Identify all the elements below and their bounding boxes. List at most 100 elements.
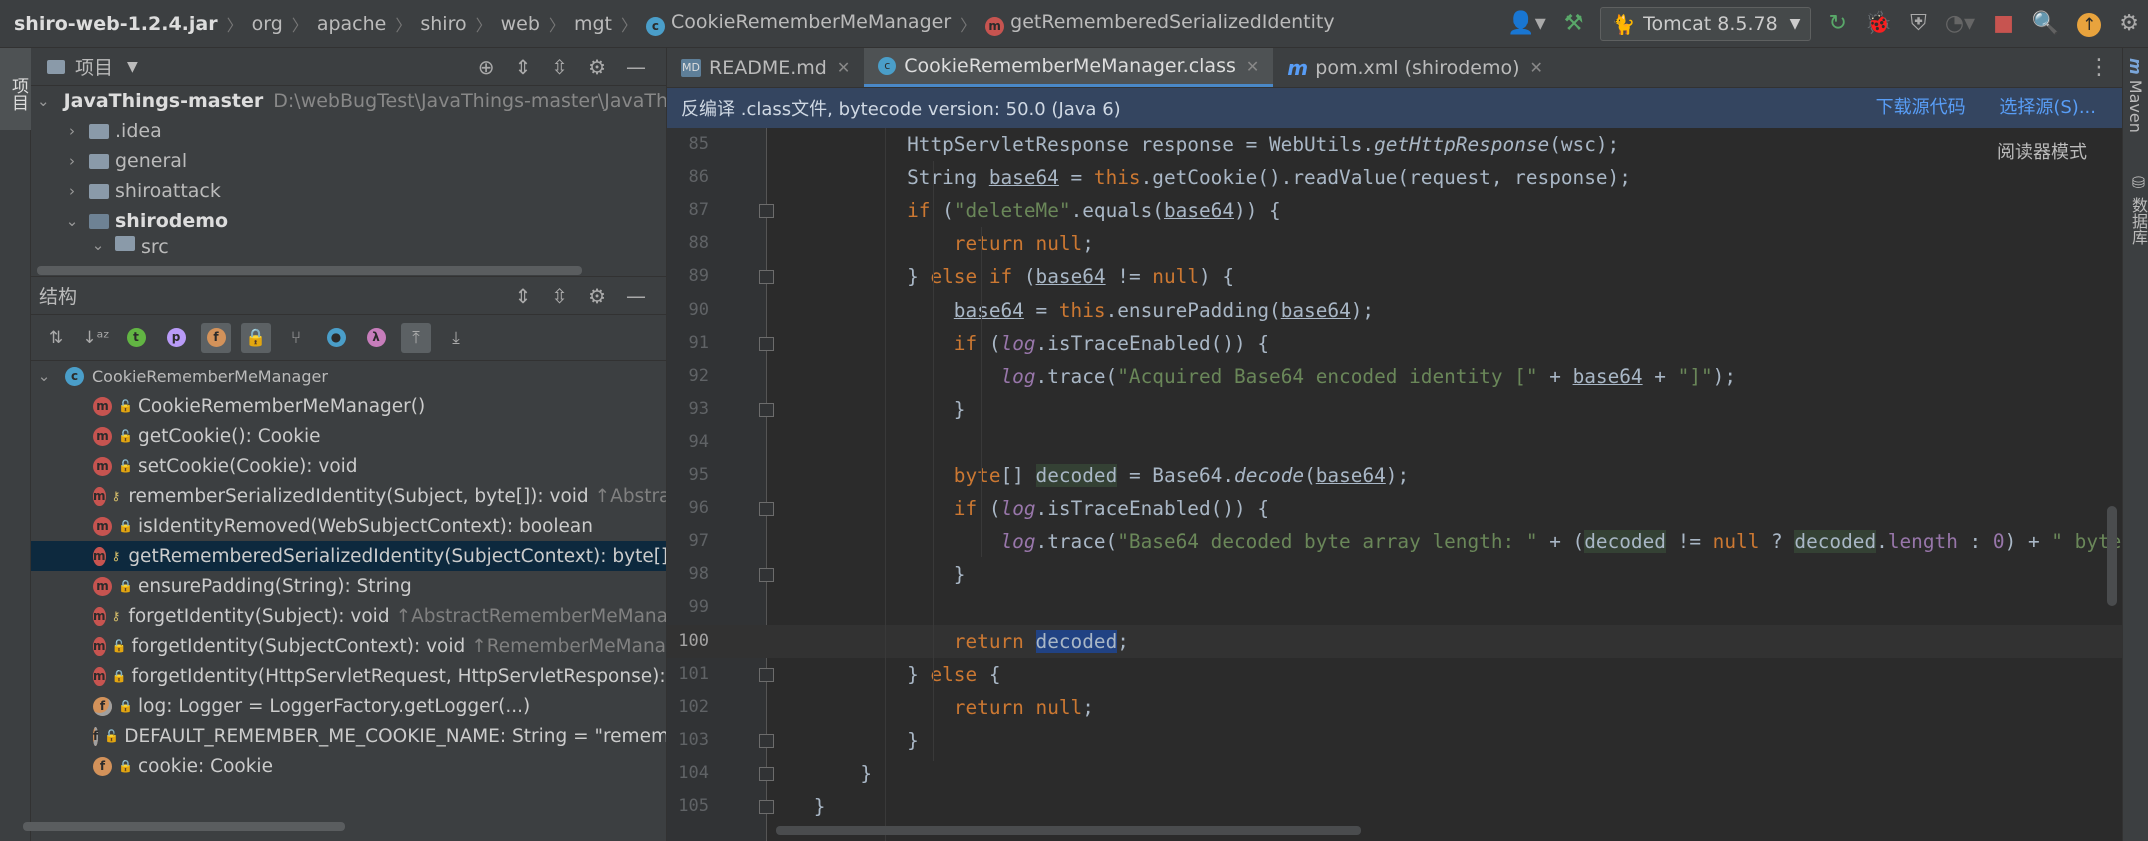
show-non-public-icon[interactable]: 🔒 [241, 322, 271, 353]
structure-root[interactable]: ⌄ c CookieRememberMeManager [31, 361, 666, 391]
horizontal-scrollbar[interactable] [776, 826, 1361, 835]
structure-member[interactable]: m ⚷ rememberSerializedIdentity(Subject, by… [31, 481, 666, 511]
structure-member[interactable]: m ⚷ forgetIdentity(Subject): void ↑Abstract… [31, 601, 666, 631]
editor-tab[interactable]: c CookieRememberMeManager.class ✕ [864, 48, 1274, 87]
gear-icon[interactable]: ⚙ [588, 55, 606, 79]
download-sources-link[interactable]: 下载源代码 [1876, 97, 1966, 118]
breadcrumb-item[interactable]: mgt [574, 13, 612, 35]
close-icon[interactable]: ✕ [1246, 57, 1259, 76]
expand-all-icon[interactable]: ⇕ [515, 55, 532, 79]
line-number: 96 [688, 498, 709, 519]
chevron-down-icon[interactable]: ▼ [127, 59, 138, 75]
chevron-down-icon[interactable]: ⌄ [89, 236, 107, 254]
rerun-icon[interactable]: ↻ [1828, 0, 1846, 48]
line-number: 98 [688, 564, 709, 585]
structure-member[interactable]: m 🔒 ensurePadding(String): String [31, 571, 666, 601]
autoscroll-to-source-icon[interactable]: ⤒ [401, 322, 431, 353]
editor-tab-bar: MD README.md ✕ c CookieRememberMeManager.cla… [667, 48, 2122, 88]
structure-member[interactable]: m 🔓 setCookie(Cookie): void [31, 451, 666, 481]
editor-tab[interactable]: m pom.xml (shirodemo) ✕ [1273, 48, 1557, 87]
sort-by-visibility-icon[interactable]: ⇅ [41, 323, 71, 353]
breadcrumb-item[interactable]: apache [317, 13, 387, 35]
show-anonymous-icon[interactable]: ● [321, 323, 351, 353]
structure-member[interactable]: f 🔓 DEFAULT_REMEMBER_ME_COOKIE_NAME: Strin… [31, 721, 666, 751]
editor-tab[interactable]: MD README.md ✕ [667, 48, 864, 87]
breadcrumb-item[interactable]: shiro [420, 13, 466, 35]
vertical-scrollbar[interactable] [2107, 506, 2117, 606]
structure-member[interactable]: m 🔒 isIdentityRemoved(WebSubjectContext): … [31, 511, 666, 541]
project-tool-tab[interactable]: 项目 [0, 48, 31, 130]
structure-member[interactable]: m 🔓 forgetIdentity(SubjectContext): void ↑R… [31, 631, 666, 661]
update-icon[interactable]: ↑ [2077, 0, 2102, 48]
project-tree-item[interactable]: ⌄ JavaThings-master D:\webBugTest\JavaThin… [31, 86, 666, 116]
breadcrumb-item[interactable]: c CookieRememberMeManager [645, 11, 951, 36]
structure-member[interactable]: m 🔒 forgetIdentity(HttpServletRequest, Htt… [31, 661, 666, 691]
method-icon: m [93, 516, 112, 536]
structure-member[interactable]: m ⚷ getRememberedSerializedIdentity(Subjec… [31, 541, 666, 571]
locate-target-icon[interactable]: ⊕ [478, 55, 495, 79]
breadcrumb-item[interactable]: org [252, 13, 283, 35]
debug-icon[interactable]: 🐞 [1865, 0, 1892, 48]
close-icon[interactable]: ✕ [1530, 58, 1543, 77]
show-inherited-icon[interactable]: t [121, 323, 151, 353]
project-tree-item[interactable]: › .idea [31, 116, 666, 146]
structure-member[interactable]: f 🔒 log: Logger = LoggerFactory.getLogger(… [31, 691, 666, 721]
run-configuration-select[interactable]: 🐈 Tomcat 8.5.78 ▼ [1600, 7, 1812, 41]
show-lambdas-icon[interactable]: λ [361, 323, 391, 353]
structure-member[interactable]: f 🔒 cookie: Cookie [31, 751, 666, 781]
chevron-right-icon[interactable]: › [63, 182, 81, 200]
choose-sources-link[interactable]: 选择源(S)... [1999, 97, 2096, 118]
chevron-right-icon[interactable]: › [63, 152, 81, 170]
coverage-icon[interactable]: ⛨ [1910, 0, 1927, 48]
chevron-down-icon[interactable]: ⌄ [63, 212, 81, 230]
structure-member[interactable]: m 🔓 CookieRememberMeManager() [31, 391, 666, 421]
search-icon[interactable]: 🔍 [2032, 0, 2059, 48]
profile-icon[interactable]: ◔▾ [1945, 0, 1975, 48]
member-signature: forgetIdentity(Subject): void [128, 605, 390, 627]
project-tree-item[interactable]: › shiroattack [31, 176, 666, 206]
code-text: return null; [953, 232, 1094, 256]
close-icon[interactable]: ✕ [837, 58, 850, 77]
line-number: 87 [688, 200, 709, 221]
member-signature: log: Logger = LoggerFactory.getLogger(..… [138, 695, 531, 717]
line-number: 86 [688, 167, 709, 188]
collapse-all-icon[interactable]: ⇳ [551, 284, 568, 308]
breadcrumb-item[interactable]: shiro-web-1.2.4.jar [14, 13, 218, 35]
project-tree-item[interactable]: › general [31, 146, 666, 176]
show-properties-icon[interactable]: p [161, 323, 191, 353]
hide-panel-icon[interactable]: — [626, 284, 646, 308]
structure-member[interactable]: m 🔓 getCookie(): Cookie [31, 421, 666, 451]
show-fields-icon[interactable]: f [201, 322, 231, 353]
public-access-icon: 🔓 [118, 429, 133, 443]
horizontal-scrollbar[interactable] [37, 266, 582, 275]
user-icon[interactable]: 👤▾ [1507, 0, 1545, 48]
sort-alphabetically-icon[interactable]: ↓ᵃᶻ [81, 323, 111, 353]
chevron-down-icon: ▼ [1789, 16, 1801, 32]
expand-all-icon[interactable]: ⇕ [515, 284, 532, 308]
hide-panel-icon[interactable]: — [626, 55, 646, 79]
project-panel-title[interactable]: 项目 [75, 53, 113, 80]
more-vertical-icon[interactable]: ⋮ [2088, 48, 2110, 88]
chevron-down-icon[interactable]: ⌄ [35, 367, 53, 385]
collapse-all-icon[interactable]: ⇳ [551, 55, 568, 79]
code-editor[interactable]: 85 HttpServletResponse response = WebUti… [667, 128, 2122, 841]
show-interfaces-icon[interactable]: ⑂ [281, 323, 311, 353]
structure-panel-title: 结构 [39, 286, 78, 308]
settings-gear-icon[interactable]: ⚙ [2119, 0, 2139, 48]
breadcrumb-separator-icon: 〉 [475, 15, 492, 35]
project-tree-item[interactable]: ⌄ src [31, 236, 666, 258]
stop-icon[interactable]: ■ [1993, 0, 2014, 48]
project-tree-item[interactable]: ⌄ shirodemo [31, 206, 666, 236]
gear-icon[interactable]: ⚙ [588, 284, 606, 308]
maven-tool-tab[interactable]: m Maven [2126, 58, 2145, 133]
chevron-right-icon[interactable]: › [63, 122, 81, 140]
autoscroll-from-source-icon[interactable]: ⤓ [441, 323, 471, 353]
build-hammer-icon[interactable]: ⚒ [1564, 0, 1584, 48]
horizontal-scrollbar[interactable] [23, 822, 345, 831]
reader-mode-button[interactable]: 阅读器模式 [1997, 138, 2087, 164]
breadcrumb-item[interactable]: web [501, 13, 540, 35]
method-icon: m [93, 396, 112, 416]
database-tool-tab[interactable]: ⛁ 数据库 [2126, 173, 2148, 245]
breadcrumb-item[interactable]: m getRememberedSerializedIdentity [985, 11, 1335, 36]
chevron-down-icon[interactable]: ⌄ [37, 92, 50, 110]
